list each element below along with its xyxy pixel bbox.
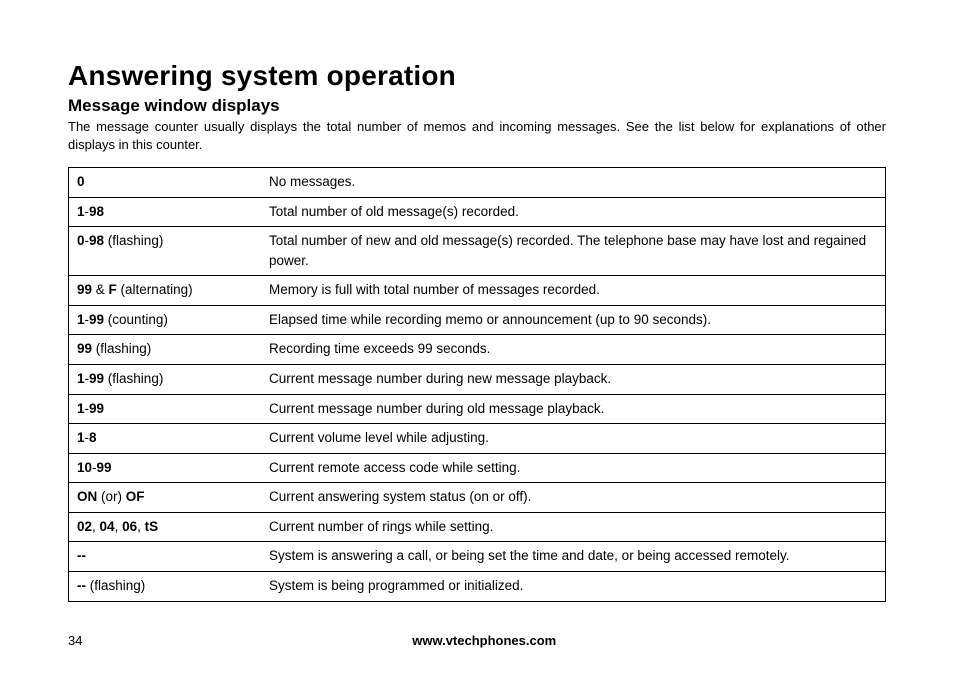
display-desc-cell: Memory is full with total number of mess…: [261, 276, 886, 306]
display-desc-cell: Current volume level while adjusting.: [261, 424, 886, 454]
display-code-cell: 1-98: [69, 197, 262, 227]
display-code-cell: 10-99: [69, 453, 262, 483]
display-desc-cell: Current message number during new messag…: [261, 365, 886, 395]
page-title: Answering system operation: [68, 60, 886, 92]
page-footer: 34 www.vtechphones.com: [68, 633, 886, 648]
display-desc-cell: Current answering system status (on or o…: [261, 483, 886, 513]
display-desc-cell: Total number of new and old message(s) r…: [261, 227, 886, 276]
display-desc-cell: No messages.: [261, 168, 886, 198]
display-desc-cell: System is being programmed or initialize…: [261, 571, 886, 601]
display-code-cell: 1-99 (counting): [69, 305, 262, 335]
intro-paragraph: The message counter usually displays the…: [68, 118, 886, 153]
display-code-cell: 0: [69, 168, 262, 198]
table-row: 99 & F (alternating)Memory is full with …: [69, 276, 886, 306]
display-code-cell: 99 (flashing): [69, 335, 262, 365]
display-desc-cell: System is answering a call, or being set…: [261, 542, 886, 572]
display-code-cell: 02, 04, 06, tS: [69, 512, 262, 542]
footer-site: www.vtechphones.com: [68, 633, 886, 648]
display-code-cell: 1-99 (flashing): [69, 365, 262, 395]
table-row: 1-98Total number of old message(s) recor…: [69, 197, 886, 227]
document-page: Answering system operation Message windo…: [0, 0, 954, 682]
table-row: 1-99 (counting)Elapsed time while record…: [69, 305, 886, 335]
display-code-cell: 1-8: [69, 424, 262, 454]
table-row: 99 (flashing)Recording time exceeds 99 s…: [69, 335, 886, 365]
table-row: 0-98 (flashing)Total number of new and o…: [69, 227, 886, 276]
display-code-cell: --: [69, 542, 262, 572]
table-row: -- (flashing)System is being programmed …: [69, 571, 886, 601]
display-code-cell: 0-98 (flashing): [69, 227, 262, 276]
display-desc-cell: Recording time exceeds 99 seconds.: [261, 335, 886, 365]
section-subtitle: Message window displays: [68, 96, 886, 116]
display-code-cell: ON (or) OF: [69, 483, 262, 513]
display-desc-cell: Total number of old message(s) recorded.: [261, 197, 886, 227]
display-desc-cell: Current remote access code while setting…: [261, 453, 886, 483]
table-row: ON (or) OFCurrent answering system statu…: [69, 483, 886, 513]
page-number: 34: [68, 633, 82, 648]
table-row: 1-99Current message number during old me…: [69, 394, 886, 424]
display-code-cell: 99 & F (alternating): [69, 276, 262, 306]
display-code-cell: 1-99: [69, 394, 262, 424]
display-desc-cell: Current number of rings while setting.: [261, 512, 886, 542]
display-desc-cell: Elapsed time while recording memo or ann…: [261, 305, 886, 335]
table-row: 02, 04, 06, tSCurrent number of rings wh…: [69, 512, 886, 542]
table-row: 1-8Current volume level while adjusting.: [69, 424, 886, 454]
display-code-cell: -- (flashing): [69, 571, 262, 601]
display-codes-table: 0No messages.1-98Total number of old mes…: [68, 167, 886, 601]
display-desc-cell: Current message number during old messag…: [261, 394, 886, 424]
table-row: --System is answering a call, or being s…: [69, 542, 886, 572]
table-row: 0No messages.: [69, 168, 886, 198]
table-row: 10-99Current remote access code while se…: [69, 453, 886, 483]
table-row: 1-99 (flashing)Current message number du…: [69, 365, 886, 395]
